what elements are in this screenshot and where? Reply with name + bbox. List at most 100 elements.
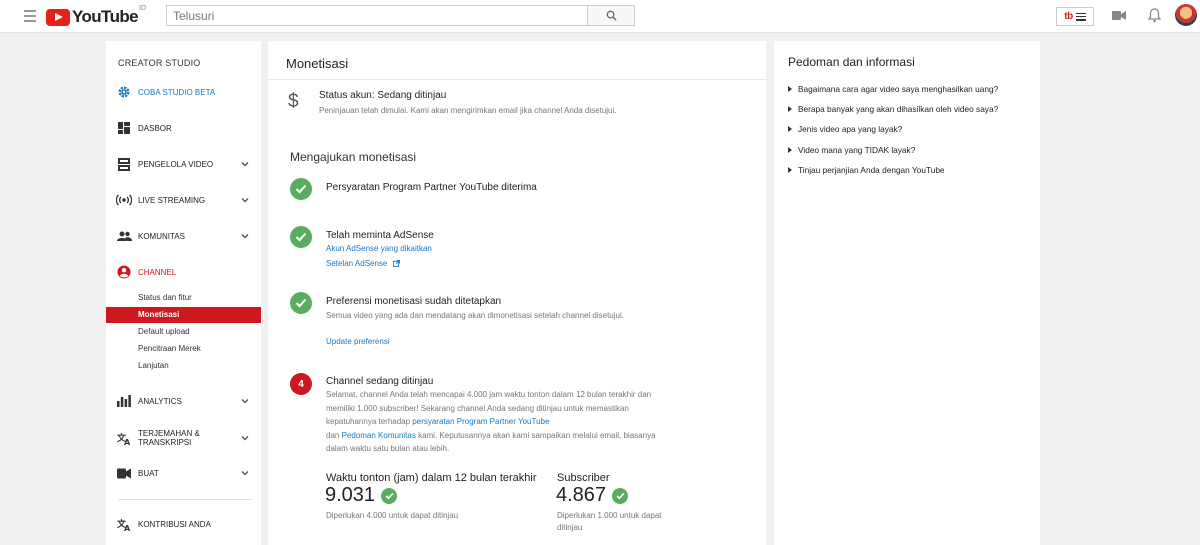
expand-triangle-icon [788,86,792,92]
avatar[interactable] [1175,4,1197,26]
search-icon [606,10,617,21]
sidebar-item-analytics[interactable]: ANALYTICS [106,390,261,412]
faq-item[interactable]: Berapa banyak yang akan dihasilkan oleh … [788,104,998,114]
check-circle-icon [290,178,312,200]
step-title: Preferensi monetisasi sudah ditetapkan [326,296,502,307]
sidebar-item-channel[interactable]: CHANNEL [106,261,261,283]
sidebar-item-studio-beta[interactable]: COBA STUDIO BETA [106,81,261,103]
step-desc: Selamat, channel Anda telah mencapai 4.0… [326,388,671,456]
subscriber-value: 4.867 [556,484,629,507]
notifications-icon[interactable] [1148,8,1161,23]
monetization-panel: Monetisasi $ Status akun: Sedang ditinja… [268,41,766,545]
chevron-down-icon[interactable] [240,396,250,406]
sidebar-item-live-streaming[interactable]: LIVE STREAMING [106,189,261,211]
video-manager-icon [116,156,132,172]
desc-text: dan [326,430,342,440]
sidebar-item-label: ANALYTICS [138,396,182,406]
step-title: Channel sedang ditinjau [326,376,434,387]
svg-text:A: A [124,524,131,531]
community-guidelines-link[interactable]: Pedoman Komunitas [342,431,416,440]
subscriber-number: 4.867 [556,484,607,506]
gear-icon [116,84,132,100]
sidebar-item-label: LIVE STREAMING [138,195,206,205]
external-link-icon [392,260,400,268]
translate-icon: 文A [116,430,132,446]
sidebar-item-label: BUAT [138,468,159,478]
sidebar-item-label: DASBOR [138,123,172,133]
account-status-desc: Peninjauan telah dimulai. Kami akan meng… [319,106,617,115]
chevron-down-icon[interactable] [240,468,250,478]
sidebar-item-label: CHANNEL [138,267,177,277]
linked-adsense-link[interactable]: Akun AdSense yang dikaitkan [326,244,432,253]
extension-menu-icon [1075,12,1086,21]
expand-triangle-icon [788,106,792,112]
subscriber-label: Subscriber [557,472,610,484]
watch-time-number: 9.031 [325,484,376,506]
sidebar-subitem-advanced[interactable]: Lanjutan [106,358,261,374]
account-status-title: Status akun: Sedang ditinjau [319,90,447,101]
sidebar-item-video-manager[interactable]: PENGELOLA VIDEO [106,153,261,175]
live-icon [116,192,132,208]
sidebar-item-translations[interactable]: 文A TERJEMAHAN & TRANSKRIPSI [106,427,261,449]
top-bar: YouTube ID Telusuri tb [0,0,1200,33]
sidebar-item-label: COBA STUDIO BETA [138,87,216,97]
logo-text: YouTube [72,7,139,26]
watch-time-value: 9.031 [325,484,398,507]
faq-label: Bagaimana cara agar video saya menghasil… [798,84,999,94]
svg-text:A: A [124,438,131,445]
faq-label: Tinjau perjanjian Anda dengan YouTube [798,165,945,175]
community-icon [116,228,132,244]
upload-video-icon[interactable] [1112,10,1126,21]
search-input[interactable]: Telusuri [166,5,588,26]
sidebar-subitem-upload-defaults[interactable]: Default upload [106,324,261,340]
extension-label: tb [1064,11,1073,22]
expand-triangle-icon [788,126,792,132]
sidebar-item-label: KOMUNITAS [138,231,185,241]
faq-item[interactable]: Jenis video apa yang layak? [788,124,902,134]
sidebar-item-dashboard[interactable]: DASBOR [106,117,261,139]
section-title: Mengajukan monetisasi [290,150,417,164]
chevron-down-icon[interactable] [240,159,250,169]
analytics-icon [116,393,132,409]
sidebar-item-community[interactable]: KOMUNITAS [106,225,261,247]
create-icon [116,465,132,481]
divider [268,79,766,80]
adsense-settings-link[interactable]: Setelan AdSense [326,259,400,268]
page-title: Monetisasi [286,56,349,71]
chevron-down-icon[interactable] [240,231,250,241]
check-circle-icon [290,292,312,314]
sidebar-item-contributions[interactable]: 文A KONTRIBUSI ANDA [106,513,261,535]
sidebar-item-label: KONTRIBUSI ANDA [138,519,211,529]
watch-time-label: Waktu tonton (jam) dalam 12 bulan terakh… [326,472,537,484]
guidelines-panel: Pedoman dan informasi Bagaimana cara aga… [774,41,1040,545]
channel-icon [116,264,132,280]
expand-triangle-icon [788,147,792,153]
step-title: Persyaratan Program Partner YouTube dite… [326,182,537,193]
sidebar-item-create[interactable]: BUAT [106,462,261,484]
youtube-logo[interactable]: YouTube ID [46,5,146,27]
partner-program-terms-link[interactable]: persyaratan Program Partner YouTube [412,417,549,426]
step-title: Telah meminta AdSense [326,230,434,241]
sidebar-subitem-branding[interactable]: Pencitraan Merek [106,341,261,357]
sidebar-subitem-status[interactable]: Status dan fitur [106,290,261,306]
search-button[interactable] [587,5,635,26]
play-logo-icon [46,8,70,26]
faq-item[interactable]: Tinjau perjanjian Anda dengan YouTube [788,165,945,175]
expand-triangle-icon [788,167,792,173]
step-desc: Semua video yang ada dan mendatang akan … [326,311,624,320]
faq-item[interactable]: Video mana yang TIDAK layak? [788,145,915,155]
chevron-down-icon[interactable] [240,433,250,443]
check-circle-icon [290,226,312,248]
menu-icon[interactable] [24,10,36,22]
chevron-down-icon[interactable] [240,195,250,205]
sidebar-subitem-monetization[interactable]: Monetisasi [106,307,261,323]
region-code: ID [139,5,146,12]
extension-button[interactable]: tb [1056,7,1094,26]
check-circle-icon [612,487,629,504]
update-preferences-link[interactable]: Update preferensi [326,337,390,346]
sidebar-item-label: TERJEMAHAN & TRANSKRIPSI [138,429,200,447]
label-line-2: TRANSKRIPSI [138,438,192,447]
faq-item[interactable]: Bagaimana cara agar video saya menghasil… [788,84,998,94]
sidebar-item-label: PENGELOLA VIDEO [138,159,214,169]
faq-label: Berapa banyak yang akan dihasilkan oleh … [798,104,999,114]
